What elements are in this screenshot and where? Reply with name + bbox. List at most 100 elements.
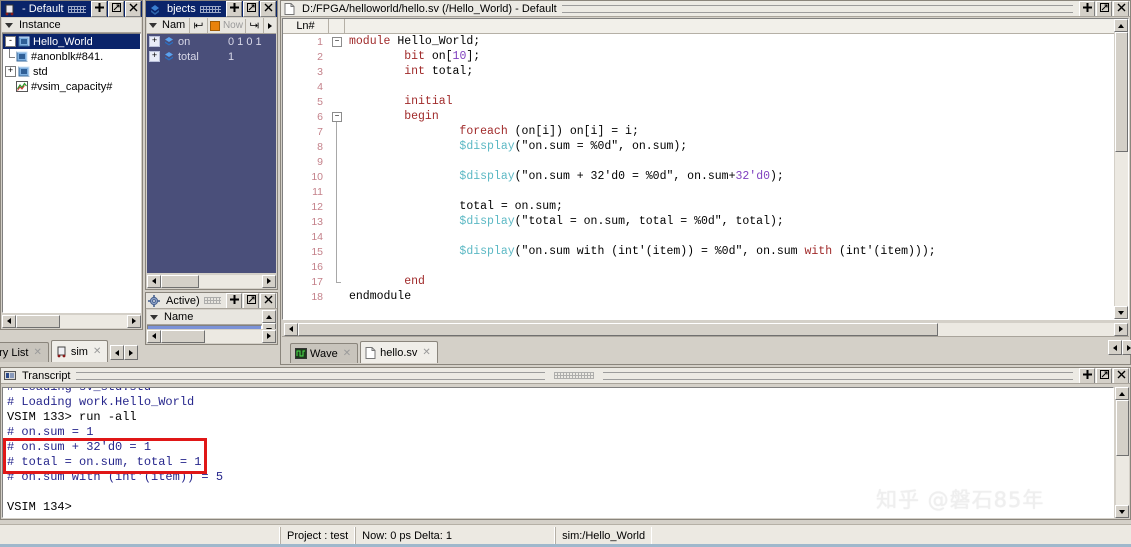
scroll-right-button[interactable] <box>127 314 141 328</box>
tab-hello-sv[interactable]: hello.sv ✕ <box>360 341 438 363</box>
undock-button[interactable] <box>243 1 259 17</box>
close-button[interactable] <box>125 1 141 17</box>
scroll-right-button[interactable] <box>262 274 276 288</box>
close-button[interactable] <box>260 1 276 17</box>
fold-gutter[interactable] <box>329 199 345 214</box>
processes-hscrollbar[interactable] <box>147 329 276 343</box>
tabstrip-next-button[interactable] <box>1122 340 1131 355</box>
tabstrip-prev-button[interactable] <box>110 345 125 360</box>
close-button[interactable] <box>1113 1 1129 16</box>
now-button[interactable]: Now <box>207 18 246 33</box>
fold-gutter[interactable] <box>329 259 345 274</box>
fold-gutter[interactable] <box>329 169 345 184</box>
undock-button[interactable] <box>243 293 259 308</box>
editor-vscrollbar[interactable] <box>1114 19 1128 319</box>
filter-triangle-icon[interactable] <box>149 23 157 28</box>
tab-close-icon[interactable]: ✕ <box>343 348 351 359</box>
fold-gutter[interactable] <box>329 274 345 289</box>
tab-close-icon[interactable]: ✕ <box>422 347 430 358</box>
tab-close-icon[interactable]: ✕ <box>33 347 41 358</box>
dock-button[interactable] <box>1079 1 1095 16</box>
close-button[interactable] <box>1113 368 1129 383</box>
scroll-up-button[interactable] <box>1115 387 1129 400</box>
scroll-right-button[interactable] <box>262 329 276 343</box>
tabstrip-prev-button[interactable] <box>1108 340 1122 355</box>
fold-gutter[interactable]: − <box>329 109 345 124</box>
objects-hscrollbar[interactable] <box>147 274 276 288</box>
code-line[interactable]: 5 initial <box>283 94 1128 109</box>
fold-gutter[interactable]: − <box>329 34 345 49</box>
code-line[interactable]: 13 $display("total = on.sum, total = %0d… <box>283 214 1128 229</box>
fold-gutter[interactable] <box>329 289 345 304</box>
fold-gutter[interactable] <box>329 79 345 94</box>
fold-gutter[interactable] <box>329 229 345 244</box>
tree-expander[interactable]: + <box>5 66 16 77</box>
code-line[interactable]: 14 <box>283 229 1128 244</box>
object-row[interactable]: + on 0 1 0 1 <box>147 34 276 49</box>
tab-library-list[interactable]: ory List ✕ <box>0 342 49 362</box>
instance-row[interactable]: - Hello_World <box>3 34 140 49</box>
close-button[interactable] <box>260 293 276 308</box>
scroll-left-button[interactable] <box>147 274 161 288</box>
object-expander[interactable]: + <box>149 51 160 62</box>
code-line[interactable]: 16 <box>283 259 1128 274</box>
processes-panel-titlebar[interactable]: Active) <box>146 293 277 309</box>
code-line[interactable]: 18 endmodule <box>283 289 1128 304</box>
code-line[interactable]: 2 bit on[10]; <box>283 49 1128 64</box>
fold-gutter[interactable] <box>329 139 345 154</box>
transcript-titlebar[interactable]: Transcript <box>1 368 1130 384</box>
code-line[interactable]: 3 int total; <box>283 64 1128 79</box>
tree-expander[interactable]: - <box>5 36 16 47</box>
instance-row[interactable]: + std <box>3 64 140 79</box>
processes-column-header[interactable]: Name <box>147 310 262 325</box>
objects-panel-titlebar[interactable]: bjects <box>146 1 277 17</box>
editor-titlebar[interactable]: D:/FPGA/helloworld/hello.sv (/Hello_Worl… <box>281 1 1130 17</box>
code-line[interactable]: 7 foreach (on[i]) on[i] = i; <box>283 124 1128 139</box>
fold-gutter[interactable] <box>329 64 345 79</box>
fold-gutter[interactable] <box>329 49 345 64</box>
instance-row[interactable]: #anonblk#841. <box>3 49 140 64</box>
object-expander[interactable]: + <box>149 36 160 47</box>
code-line[interactable]: 12 total = on.sum; <box>283 199 1128 214</box>
next-transition-button[interactable] <box>246 18 264 33</box>
scroll-left-button[interactable] <box>284 322 298 336</box>
instance-column-header[interactable]: Instance <box>2 18 141 33</box>
code-line[interactable]: 8 $display("on.sum = %0d", on.sum); <box>283 139 1128 154</box>
dock-button[interactable] <box>226 1 242 17</box>
tab-sim[interactable]: sim ✕ <box>50 340 109 362</box>
prev-transition-button[interactable] <box>190 18 208 33</box>
editor-hscrollbar[interactable] <box>284 322 1128 336</box>
scroll-down-button[interactable] <box>1115 505 1129 518</box>
object-row[interactable]: + total 1 <box>147 49 276 64</box>
source-code-area[interactable]: Ln# 1− module Hello_World; 2 bit on[10]; 3 … <box>282 18 1129 320</box>
tabstrip-next-button[interactable] <box>124 345 139 360</box>
scroll-up-button[interactable] <box>1114 19 1128 32</box>
undock-button[interactable] <box>1096 1 1112 16</box>
code-line[interactable]: 4 <box>283 79 1128 94</box>
scroll-up-button[interactable] <box>262 310 276 323</box>
code-lines[interactable]: 1− module Hello_World; 2 bit on[10]; 3 int … <box>283 34 1128 304</box>
tab-close-icon[interactable]: ✕ <box>93 346 101 357</box>
code-line[interactable]: 15 $display("on.sum with (int'(item)) = … <box>283 244 1128 259</box>
filter-triangle-icon[interactable] <box>5 22 13 28</box>
undock-button[interactable] <box>1096 368 1112 383</box>
fold-gutter[interactable] <box>329 124 345 139</box>
dock-button[interactable] <box>91 1 107 17</box>
filter-triangle-icon[interactable] <box>150 314 158 320</box>
objects-list[interactable]: + on 0 1 0 1 + total 1 <box>147 34 276 273</box>
objects-column-header[interactable]: Nam Now <box>147 18 276 34</box>
dock-button[interactable] <box>226 293 242 308</box>
dock-button[interactable] <box>1079 368 1095 383</box>
instance-hscrollbar[interactable] <box>2 314 141 328</box>
code-line[interactable]: 10 $display("on.sum + 32'd0 = %0d", on.s… <box>283 169 1128 184</box>
tab-wave[interactable]: Wave ✕ <box>290 343 359 363</box>
instance-row[interactable]: #vsim_capacity# <box>3 79 140 94</box>
instance-panel-titlebar[interactable]: - Default <box>1 1 142 17</box>
code-line[interactable]: 9 <box>283 154 1128 169</box>
fold-gutter[interactable] <box>329 214 345 229</box>
scroll-left-button[interactable] <box>2 314 16 328</box>
code-line[interactable]: 17 end <box>283 274 1128 289</box>
fold-gutter[interactable] <box>329 154 345 169</box>
processes-vscrollbar[interactable] <box>262 310 276 336</box>
objects-header-overflow-button[interactable] <box>264 18 276 33</box>
